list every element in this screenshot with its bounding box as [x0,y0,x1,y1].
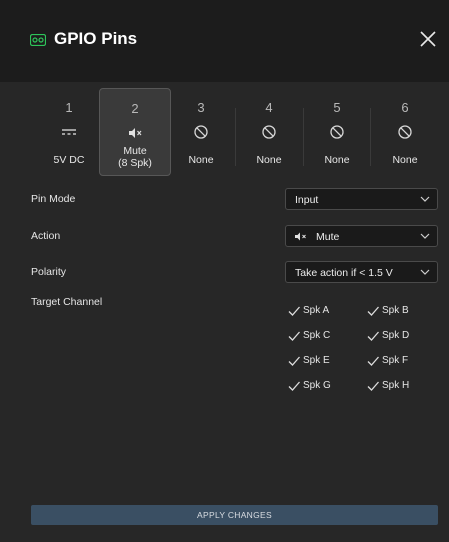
pin-label: None [324,154,350,166]
action-select[interactable]: Mute [285,225,438,247]
checkmark-icon [367,306,379,316]
pin-number: 3 [197,100,205,115]
pin-number: 2 [131,101,139,116]
pin-mode-value: Input [295,194,319,206]
pin-5[interactable]: 5 None [302,88,372,174]
pin-selector: 1 5V DC 2 Mute (8 Spk) 3 None 4 None 5 N… [34,88,442,176]
checkbox-label: Spk H [382,380,410,391]
pin-number: 5 [333,100,341,115]
pin-label: Mute (8 Spk) [100,145,170,169]
checkbox-label: Spk B [382,305,409,316]
checkmark-icon [288,331,300,341]
checkmark-icon [367,356,379,366]
checkmark-icon [288,306,300,316]
checkmark-icon [288,381,300,391]
checkmark-icon [367,381,379,391]
pin-mode-label: Pin Mode [31,193,76,205]
pin-number: 1 [65,100,73,115]
dialog-header: GPIO Pins [0,0,449,82]
pin-label-main: Mute [123,145,147,157]
apply-changes-label: APPLY CHANGES [197,510,272,520]
checkbox-label: Spk G [303,380,331,391]
checkmark-icon [288,356,300,366]
pin-label: None [392,154,418,166]
chevron-down-icon [420,196,430,202]
none-circle-icon [330,125,344,139]
close-icon[interactable] [417,28,439,50]
pin-label: None [188,154,214,166]
chevron-down-icon [420,233,430,239]
checkbox-label: Spk C [303,330,331,341]
polarity-value: Take action if < 1.5 V [295,267,393,279]
checkbox-label: Spk F [382,355,409,366]
polarity-select[interactable]: Take action if < 1.5 V [285,261,438,283]
none-circle-icon [262,125,276,139]
action-value: Mute [316,231,340,243]
apply-changes-button[interactable]: APPLY CHANGES [31,505,438,525]
pin-4[interactable]: 4 None [234,88,304,174]
pin-3[interactable]: 3 None [166,88,236,174]
none-circle-icon [194,125,208,139]
checkbox-label: Spk A [303,305,330,316]
polarity-label: Polarity [31,266,67,278]
checkbox-label: Spk D [382,330,410,341]
pin-1[interactable]: 1 5V DC [34,88,104,174]
dialog-title: GPIO Pins [54,29,138,48]
checkbox-label: Spk E [303,355,330,366]
action-label: Action [31,230,61,242]
pin-number: 6 [401,100,409,115]
gpio-logo-icon [30,34,46,46]
none-circle-icon [398,125,412,139]
pin-number: 4 [265,100,273,115]
speaker-mute-icon [295,232,306,241]
target-channel-label: Target Channel [31,296,103,308]
pin-2[interactable]: 2 Mute (8 Spk) [99,88,171,176]
chevron-down-icon [420,269,430,275]
dc-power-icon [62,129,76,135]
pin-6[interactable]: 6 None [370,88,440,174]
pin-label-sub: (8 Spk) [118,157,152,169]
speaker-mute-icon [129,128,142,138]
pin-mode-select[interactable]: Input [285,188,438,210]
pin-label: 5V DC [53,154,85,166]
pin-label: None [256,154,282,166]
checkmark-icon [367,331,379,341]
